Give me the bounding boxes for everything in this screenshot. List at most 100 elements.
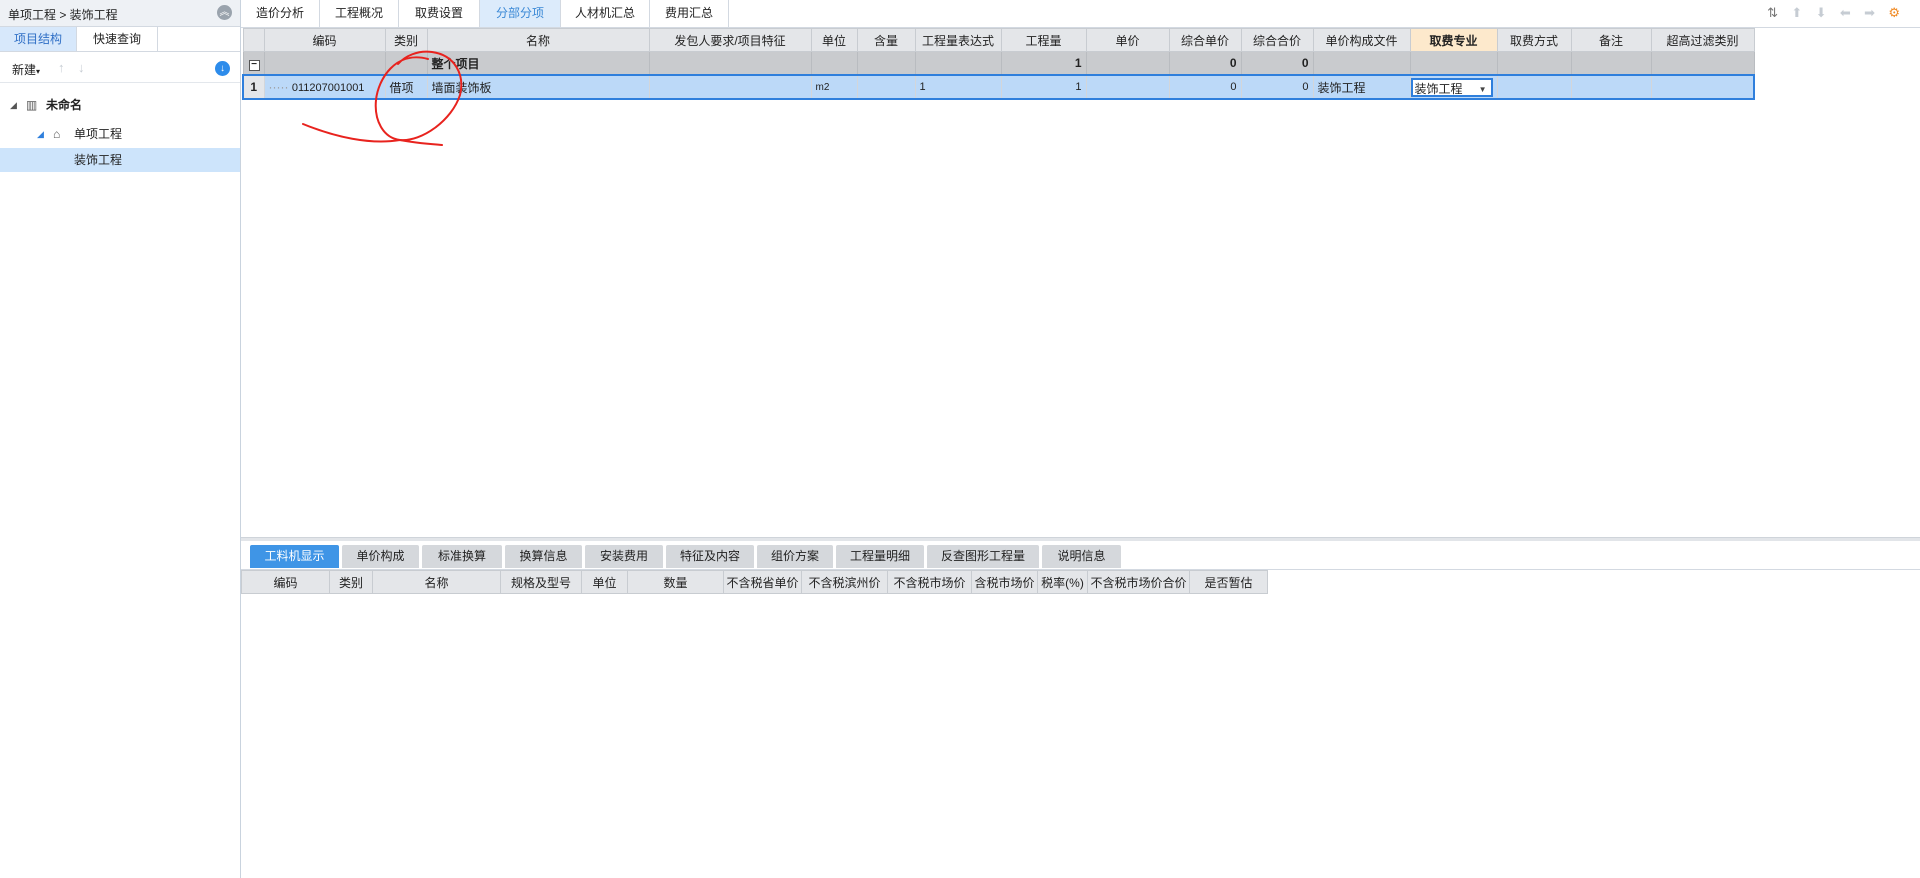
tab-pricing-scheme[interactable]: 组价方案 <box>757 545 833 568</box>
cell-fee-method[interactable] <box>1496 74 1572 100</box>
fee-specialty-dropdown[interactable]: 装饰工程 ▼ <box>1411 77 1493 98</box>
cell-remark[interactable] <box>1570 74 1652 100</box>
group-cell <box>810 51 858 76</box>
column-header[interactable]: 含量 <box>856 28 916 52</box>
column-header[interactable]: 是否暂估 <box>1189 570 1268 594</box>
group-row[interactable]: − 整个项目 1 0 0 <box>242 51 1755 76</box>
tab-quantity-details[interactable]: 工程量明细 <box>836 545 924 568</box>
double-chevron-up-icon[interactable]: ︽ <box>217 5 232 20</box>
tab-features-content[interactable]: 特征及内容 <box>666 545 754 568</box>
column-header[interactable]: 数量 <box>627 570 724 594</box>
tab-project-structure[interactable]: 项目结构 <box>0 27 77 51</box>
cell-name[interactable]: 墙面装饰板 <box>426 74 650 100</box>
expand-triangle-icon[interactable]: ◢ <box>10 93 17 117</box>
column-header[interactable]: 含税市场价 <box>971 570 1038 594</box>
table-row[interactable]: 1 ····· 011207001001 借项 墙面装饰板 m2 1 1 0 0… <box>242 74 1755 100</box>
panel-toolbar: 新建▾ ↑ ↓ ↓ <box>0 54 240 83</box>
tab-conversion-info[interactable]: 换算信息 <box>505 545 582 568</box>
tree-item-label: 单项工程 <box>74 127 123 141</box>
column-header[interactable]: 超高过滤类别 <box>1650 28 1755 52</box>
sort-icon[interactable]: ⇅ <box>1767 5 1778 21</box>
group-cell <box>1570 51 1652 76</box>
group-name: 整个项目 <box>426 51 650 76</box>
column-header[interactable]: 取费方式 <box>1496 28 1572 52</box>
cell-total[interactable]: 0 <box>1240 74 1314 100</box>
move-up-icon[interactable]: ↑ <box>58 60 65 75</box>
tree-item-root[interactable]: ◢ ▥ 未命名 <box>0 93 240 117</box>
tab-quick-query[interactable]: 快速查询 <box>77 27 158 51</box>
collapse-toggle-icon[interactable]: − <box>248 59 260 71</box>
column-header[interactable]: 工程量 <box>1000 28 1087 52</box>
tab-unit-price-composition[interactable]: 单价构成 <box>342 545 419 568</box>
tab-fee-settings[interactable]: 取费设置 <box>399 0 480 27</box>
column-header[interactable]: 综合合价 <box>1240 28 1314 52</box>
move-down-icon[interactable]: ↓ <box>78 60 85 75</box>
column-header[interactable]: 综合单价 <box>1168 28 1242 52</box>
cell-spec[interactable] <box>648 74 812 100</box>
table-header: 编码 类别 名称 规格及型号 单位 数量 不含税省单价 不含税滨州价 不含税市场… <box>241 570 1268 594</box>
arrow-right-icon[interactable]: ➡ <box>1864 5 1875 21</box>
cell-code[interactable]: ····· 011207001001 <box>263 74 386 100</box>
column-header[interactable]: 税率(%) <box>1037 570 1088 594</box>
download-circle-icon[interactable]: ↓ <box>215 61 230 76</box>
tab-installation-fee[interactable]: 安装费用 <box>585 545 663 568</box>
tab-labor-material-machine[interactable]: 人材机汇总 <box>561 0 650 27</box>
arrow-down-icon[interactable]: ⬇ <box>1816 5 1827 21</box>
column-header[interactable]: 类别 <box>384 28 428 52</box>
column-header[interactable]: 单位 <box>581 570 628 594</box>
column-header[interactable]: 编码 <box>263 28 386 52</box>
column-header-selected[interactable]: 取费专业 <box>1409 28 1498 52</box>
column-header[interactable]: 单价构成文件 <box>1312 28 1411 52</box>
cell-quantity[interactable]: 1 <box>1000 74 1087 100</box>
cell-height-filter[interactable] <box>1650 74 1755 100</box>
cell-unit[interactable]: m2 <box>810 74 858 100</box>
cell-expression[interactable]: 1 <box>914 74 1002 100</box>
resource-table: 编码 类别 名称 规格及型号 单位 数量 不含税省单价 不含税滨州价 不含税市场… <box>241 570 1268 594</box>
cell-price[interactable] <box>1085 74 1170 100</box>
column-header[interactable]: 单价 <box>1085 28 1170 52</box>
column-header[interactable]: 类别 <box>329 570 373 594</box>
tab-cost-summary[interactable]: 费用汇总 <box>650 0 729 27</box>
column-header[interactable]: 不含税省单价 <box>723 570 802 594</box>
building-icon: ▥ <box>26 98 38 112</box>
cell-content[interactable] <box>856 74 916 100</box>
tab-reverse-graphic-quantity[interactable]: 反查图形工程量 <box>927 545 1039 568</box>
column-header[interactable]: 不含税滨州价 <box>801 570 888 594</box>
column-header[interactable]: 编码 <box>241 570 330 594</box>
main-tab-bar: 造价分析 工程概况 取费设置 分部分项 人材机汇总 费用汇总 ⇅ ⬆ ⬇ ⬅ ➡… <box>241 0 1920 28</box>
column-header[interactable]: 名称 <box>426 28 650 52</box>
chevron-down-icon[interactable]: ▼ <box>1479 80 1487 98</box>
tab-standard-conversion[interactable]: 标准换算 <box>422 545 502 568</box>
cell-unit-total[interactable]: 0 <box>1168 74 1242 100</box>
new-button-label: 新建 <box>12 63 37 77</box>
cell-category[interactable]: 借项 <box>384 74 428 100</box>
expand-triangle-icon[interactable]: ◢ <box>37 122 44 146</box>
column-header[interactable]: 规格及型号 <box>500 570 582 594</box>
column-header[interactable]: 不含税市场价合价 <box>1087 570 1190 594</box>
items-grid: 编码 类别 名称 发包人要求/项目特征 单位 含量 工程量表达式 工程量 单价 … <box>242 28 1767 100</box>
column-header[interactable]: 发包人要求/项目特征 <box>648 28 812 52</box>
new-button[interactable]: 新建▾ <box>12 61 40 78</box>
column-header[interactable]: 备注 <box>1570 28 1652 52</box>
tab-divisional-items[interactable]: 分部分项 <box>480 0 561 27</box>
column-header[interactable]: 不含税市场价 <box>887 570 972 594</box>
tab-project-overview[interactable]: 工程概况 <box>320 0 399 27</box>
column-header[interactable]: 名称 <box>372 570 501 594</box>
tree-item-label: 未命名 <box>46 98 83 112</box>
tree-item-decoration[interactable]: 装饰工程 <box>0 148 240 172</box>
cell-fee-specialty[interactable]: 装饰工程 ▼ <box>1409 74 1498 100</box>
arrow-up-icon[interactable]: ⬆ <box>1791 5 1802 21</box>
row-number[interactable]: 1 <box>242 74 265 100</box>
settings-icon[interactable]: ⚙ <box>1888 5 1900 21</box>
column-header[interactable]: 工程量表达式 <box>914 28 1002 52</box>
tree-item-single-project[interactable]: ◢ ⌂ 单项工程 <box>0 122 240 146</box>
arrow-left-icon[interactable]: ⬅ <box>1840 5 1851 21</box>
cell-composition-file[interactable]: 装饰工程 <box>1312 74 1411 100</box>
group-toggle-cell[interactable]: − <box>242 51 265 76</box>
items-table: 编码 类别 名称 发包人要求/项目特征 单位 含量 工程量表达式 工程量 单价 … <box>242 28 1755 100</box>
column-header[interactable]: 单位 <box>810 28 858 52</box>
group-unit-total: 0 <box>1168 51 1242 76</box>
tab-labor-material-display[interactable]: 工料机显示 <box>250 545 339 568</box>
tab-cost-analysis[interactable]: 造价分析 <box>241 0 320 27</box>
tab-description-info[interactable]: 说明信息 <box>1042 545 1121 568</box>
